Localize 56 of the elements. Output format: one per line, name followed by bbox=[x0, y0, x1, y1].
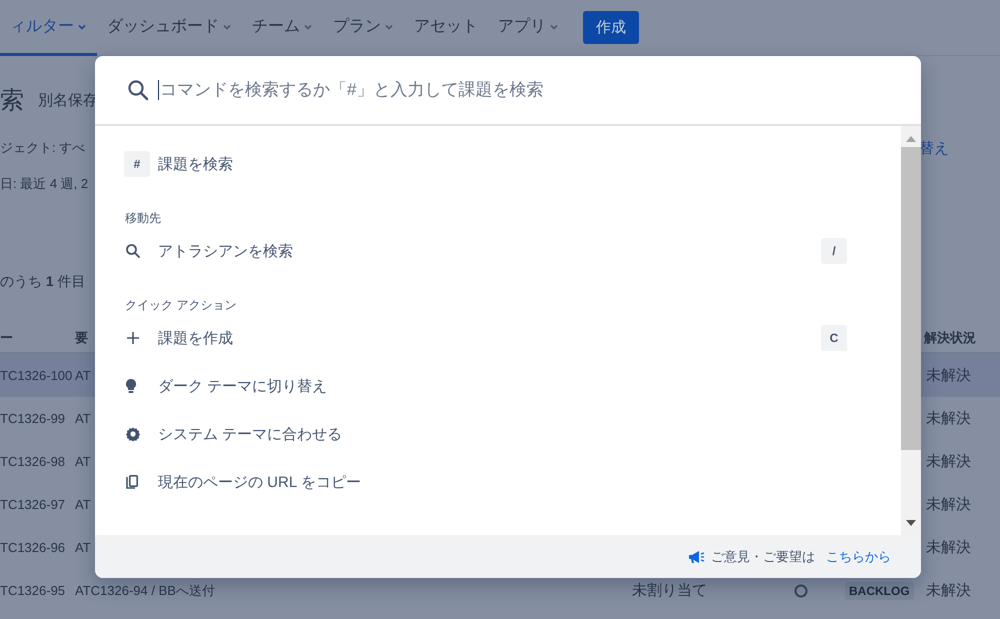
command-item[interactable]: システム テーマに合わせる bbox=[158, 426, 342, 442]
issue-summary: AT bbox=[75, 454, 91, 469]
section-heading: クイック アクション bbox=[125, 297, 238, 314]
issue-summary: AT bbox=[75, 497, 91, 512]
status-lozenge: BACKLOG bbox=[845, 582, 914, 600]
result-count: のうち 1 件目 bbox=[0, 273, 86, 291]
nav-tab[interactable]: プラン bbox=[323, 0, 404, 56]
issue-summary: AT bbox=[75, 368, 91, 383]
column-header: ー bbox=[0, 329, 13, 347]
issue-key[interactable]: TC1326-95 bbox=[0, 583, 66, 598]
megaphone-icon bbox=[688, 550, 706, 564]
command-item[interactable]: 課題を作成 bbox=[158, 330, 233, 346]
nav-tab[interactable]: ィルター bbox=[0, 0, 97, 56]
search-icon bbox=[127, 79, 149, 101]
resolution-text: 未解決 bbox=[925, 538, 971, 557]
column-header: 要 bbox=[75, 329, 88, 347]
gear-icon bbox=[125, 426, 141, 442]
scrollbar[interactable] bbox=[901, 126, 921, 535]
create-button[interactable]: 作成 bbox=[583, 11, 639, 44]
issue-key[interactable]: TC1326-97 bbox=[0, 497, 66, 512]
resolution-text: 未解決 bbox=[925, 366, 971, 385]
issue-key[interactable]: TC1326-96 bbox=[0, 540, 66, 555]
assignee-text: 未割り当て bbox=[632, 581, 707, 600]
nav-tab[interactable]: チーム bbox=[242, 0, 323, 56]
command-item[interactable]: ダーク テーマに切り替え bbox=[158, 378, 328, 394]
shortcut-key: C bbox=[821, 325, 847, 351]
page-title: 索 bbox=[0, 86, 24, 116]
command-item[interactable]: アトラシアンを検索 bbox=[158, 242, 293, 260]
resolution-text: 未解決 bbox=[925, 581, 971, 600]
issue-key[interactable]: TC1326-98 bbox=[0, 454, 66, 469]
nav-tab[interactable]: ダッシュボード bbox=[97, 0, 242, 56]
lightbulb-icon bbox=[125, 378, 137, 394]
issue-summary: AT bbox=[75, 411, 91, 426]
feedback-text: ご意見・ご要望は bbox=[711, 548, 815, 566]
section-heading: 移動先 bbox=[125, 210, 162, 227]
nav-tab[interactable]: アプリ bbox=[488, 0, 569, 56]
command-item[interactable]: 課題を検索 bbox=[158, 156, 233, 172]
resolution-text: 未解決 bbox=[925, 452, 971, 471]
resolution-text: 未解決 bbox=[925, 409, 971, 428]
search-icon bbox=[125, 243, 141, 259]
nav-tab[interactable]: アセット bbox=[404, 0, 488, 56]
hash-key: # bbox=[124, 151, 150, 177]
command-item[interactable]: 現在のページの URL をコピー bbox=[158, 474, 361, 490]
copy-icon bbox=[125, 474, 139, 490]
issue-summary: ATC1326-94 / BBへ送付 bbox=[75, 582, 215, 600]
filter-text: ジェクト: すべ bbox=[0, 139, 86, 157]
filter-text: 日: 最近 4 週, 2 bbox=[0, 175, 88, 193]
resolution-text: 未解決 bbox=[925, 495, 971, 514]
issue-key[interactable]: TC1326-99 bbox=[0, 411, 66, 426]
priority-icon bbox=[794, 584, 808, 598]
column-header: 解決状況 bbox=[922, 329, 976, 347]
plus-icon bbox=[125, 330, 141, 346]
feedback-link[interactable]: こちらから bbox=[826, 548, 891, 566]
issue-summary: AT bbox=[75, 540, 91, 555]
switch-link[interactable]: 替え bbox=[919, 138, 949, 158]
shortcut-key: / bbox=[821, 238, 847, 264]
